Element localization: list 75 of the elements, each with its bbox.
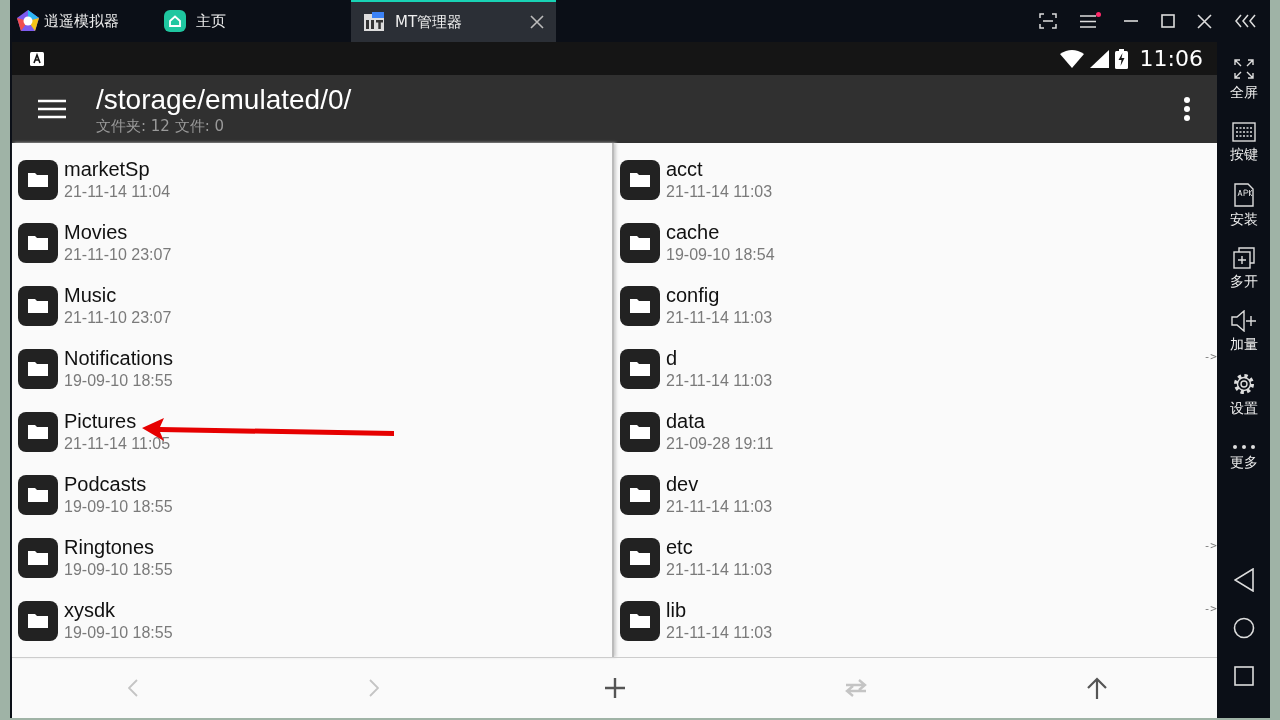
file-list-item[interactable]: acct 21-11-14 11:03 (614, 148, 1217, 211)
folder-icon (18, 537, 58, 578)
file-list-item[interactable]: dev 21-11-14 11:03 (614, 463, 1217, 526)
file-list-item[interactable]: xysdk 19-09-10 18:55 (12, 589, 612, 652)
app-logo-icon (16, 9, 40, 33)
toolbar-button[interactable]: 按键 (1229, 111, 1258, 174)
symlink-mark: -> (1203, 350, 1217, 363)
menu-icon[interactable] (1079, 12, 1101, 30)
folder-icon (620, 411, 660, 452)
fullscreen-icon (1232, 57, 1255, 80)
file-list-item[interactable]: d 21-11-14 11:03 -> (614, 337, 1217, 400)
toolbar-button[interactable]: 多开 (1229, 237, 1258, 300)
folder-icon (18, 600, 58, 641)
collapse-icon[interactable] (1234, 14, 1258, 28)
folder-icon (18, 222, 58, 263)
file-list-item[interactable]: Notifications 19-09-10 18:55 (12, 337, 612, 400)
file-list-item[interactable]: Podcasts 19-09-10 18:55 (12, 463, 612, 526)
folder-icon (18, 159, 58, 200)
folder-icon (620, 474, 660, 515)
tab[interactable]: 主页 (156, 0, 336, 42)
up-icon[interactable] (1085, 677, 1108, 699)
file-list-item[interactable]: marketSp 21-11-14 11:04 (12, 148, 612, 211)
home-icon (164, 10, 186, 32)
screenshot-icon[interactable] (1039, 13, 1057, 29)
toolbar-button[interactable]: 安装 (1229, 174, 1258, 237)
battery-icon (1114, 48, 1128, 69)
keyboard-icon (1231, 121, 1256, 142)
multi-window-icon (1232, 246, 1255, 269)
file-list-item[interactable]: config 21-11-14 11:03 (614, 274, 1217, 337)
folder-icon (18, 285, 58, 326)
file-list-item[interactable]: Ringtones 19-09-10 18:55 (12, 526, 612, 589)
recents-icon[interactable] (1233, 666, 1254, 686)
keyboard-app-icon (30, 51, 44, 66)
folder-icon (620, 600, 660, 641)
app-name: 逍遥模拟器 (44, 11, 119, 31)
toolbar-button[interactable]: 更多 (1229, 426, 1258, 489)
file-list-item[interactable]: cache 19-09-10 18:54 (614, 211, 1217, 274)
close-tab-icon[interactable] (530, 15, 544, 29)
wifi-icon (1059, 49, 1084, 68)
folder-icon (620, 285, 660, 326)
back-icon[interactable] (1233, 568, 1254, 592)
clock: 11:06 (1139, 46, 1203, 71)
file-list-item[interactable]: lib 21-11-14 11:03 -> (614, 589, 1217, 652)
toolbar-button[interactable]: 加量 (1229, 300, 1258, 363)
menu-icon[interactable] (38, 99, 66, 119)
close-icon[interactable] (1197, 13, 1212, 29)
file-list-item[interactable]: data 21-09-28 19:11 (614, 400, 1217, 463)
tab[interactable]: MT管理器 (351, 0, 556, 42)
add-icon[interactable] (604, 678, 625, 698)
folder-icon (18, 411, 58, 452)
maximize-icon[interactable] (1161, 14, 1175, 28)
folder-icon (620, 348, 660, 389)
home-icon[interactable] (1232, 617, 1255, 639)
file-list-item[interactable]: etc 21-11-14 11:03 -> (614, 526, 1217, 589)
more-icon (1231, 443, 1256, 450)
folder-summary: 文件夹: 12 文件: 0 (96, 117, 226, 135)
file-list-item[interactable]: Movies 21-11-10 23:07 (12, 211, 612, 274)
file-list-item[interactable]: Pictures 21-11-14 11:05 (12, 400, 612, 463)
folder-icon (620, 537, 660, 578)
path-title: /storage/emulated/0/ (96, 83, 353, 117)
folder-icon (620, 159, 660, 200)
symlink-mark: -> (1203, 602, 1217, 615)
folder-icon (18, 348, 58, 389)
toolbar-button[interactable]: 全屏 (1229, 48, 1258, 111)
folder-icon (18, 474, 58, 515)
volume-up-icon (1230, 309, 1257, 332)
symlink-mark: -> (1203, 539, 1217, 552)
apk-file-icon (1233, 182, 1254, 207)
file-list-item[interactable]: Music 21-11-10 23:07 (12, 274, 612, 337)
signal-icon (1089, 49, 1109, 68)
folder-icon (620, 222, 660, 263)
more-options-icon[interactable] (1183, 96, 1191, 122)
toolbar-button[interactable]: 设置 (1229, 363, 1258, 426)
settings-icon (1231, 371, 1256, 396)
mt-app-icon (363, 11, 385, 33)
